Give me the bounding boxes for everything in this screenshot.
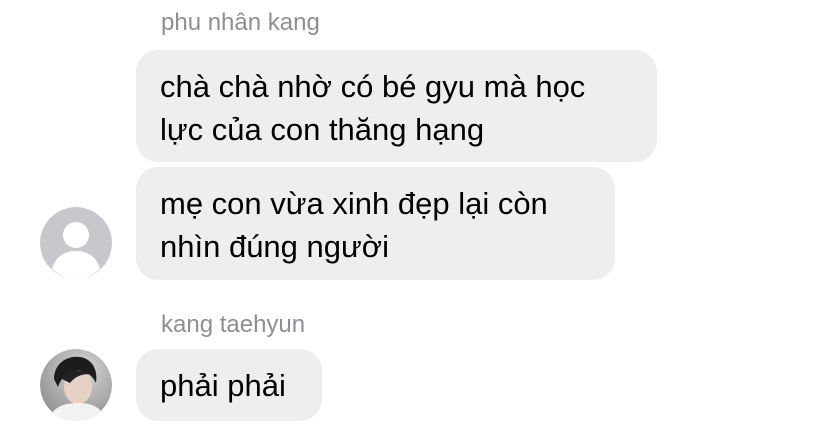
sender-name: phu nhân kang <box>161 9 320 36</box>
message-line: mẹ con vừa xinh đẹp lại còn <box>160 186 548 221</box>
message-line: phải phải <box>160 368 286 403</box>
message-bubble[interactable]: chà chà nhờ có bé gyu mà học lực của con… <box>136 50 657 162</box>
default-person-avatar-icon[interactable] <box>40 207 112 279</box>
message-bubble[interactable]: mẹ con vừa xinh đẹp lại còn nhìn đúng ng… <box>136 167 615 280</box>
message-line: lực của con thăng hạng <box>160 112 485 147</box>
profile-photo-avatar-icon[interactable] <box>40 349 112 421</box>
sender-name: kang taehyun <box>161 311 306 338</box>
message-line: nhìn đúng người <box>160 229 389 264</box>
message-line: chà chà nhờ có bé gyu mà học <box>160 69 586 104</box>
message-bubble[interactable]: phải phải <box>136 349 322 421</box>
